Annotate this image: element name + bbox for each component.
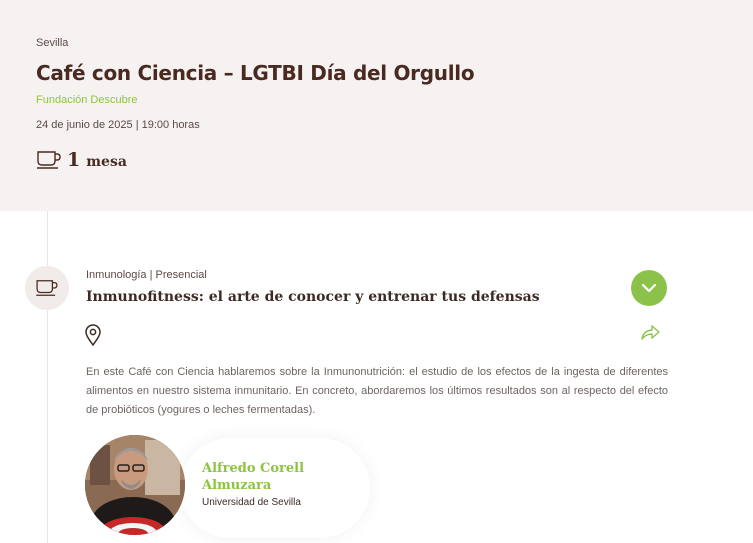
speaker-avatar[interactable] — [85, 435, 185, 535]
coffee-cup-icon — [37, 151, 61, 169]
event-city: Sevilla — [36, 37, 69, 49]
speaker-photo — [85, 435, 185, 535]
coffee-cup-icon — [36, 280, 58, 296]
session-category: Inmunología | Presencial — [86, 269, 207, 281]
table-count: 1 mesa — [36, 148, 127, 172]
session-description: En este Café con Ciencia hablaremos sobr… — [86, 366, 668, 416]
speaker-affiliation: Universidad de Sevilla — [202, 497, 301, 508]
timeline-node — [25, 266, 69, 310]
event-organizer[interactable]: Fundación Descubre — [36, 94, 138, 106]
session-title: Inmunofitness: el arte de conocer y entr… — [86, 289, 540, 305]
chevron-down-icon — [641, 283, 657, 293]
location-pin-icon[interactable] — [84, 324, 102, 346]
event-datetime: 24 de junio de 2025 | 19:00 horas — [36, 119, 200, 131]
expand-button[interactable] — [631, 270, 667, 306]
share-icon[interactable] — [639, 322, 661, 342]
timeline-line — [47, 211, 48, 543]
speaker-name[interactable]: Alfredo Corell Almuzara — [202, 460, 342, 494]
table-count-label: mesa — [86, 153, 127, 170]
event-title: Café con Ciencia – LGTBI Día del Orgullo — [36, 61, 475, 85]
table-count-value: 1 — [67, 149, 81, 171]
event-header: Sevilla Café con Ciencia – LGTBI Día del… — [0, 0, 753, 211]
